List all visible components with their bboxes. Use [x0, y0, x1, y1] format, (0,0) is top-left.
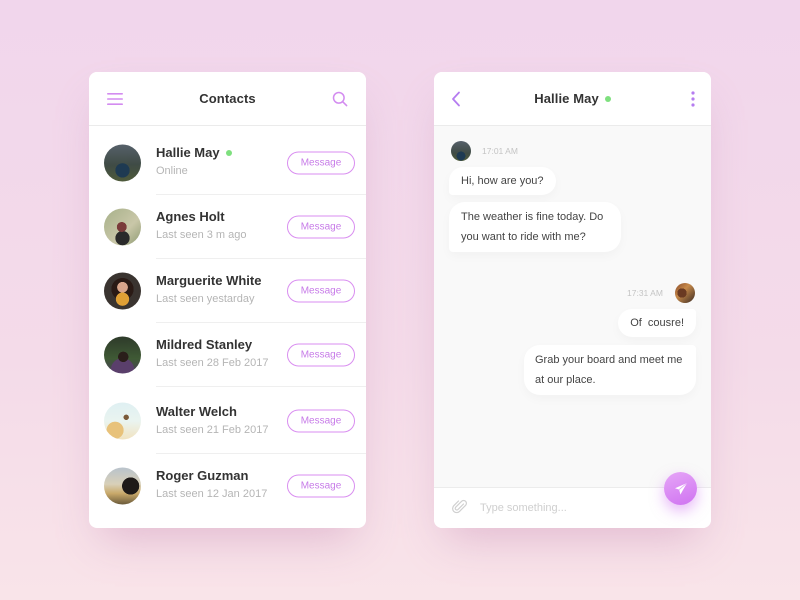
- contact-item[interactable]: Agnes Holt Last seen 3 m ago Message: [89, 195, 366, 259]
- contact-item[interactable]: Roger Guzman Last seen 12 Jan 2017 Messa…: [89, 454, 366, 518]
- user-avatar: [675, 283, 695, 303]
- contact-item[interactable]: Mildred Stanley Last seen 28 Feb 2017 Me…: [89, 323, 366, 387]
- avatar: [104, 272, 141, 310]
- chevron-left-icon[interactable]: [450, 90, 462, 108]
- avatar: [104, 467, 141, 505]
- paperclip-icon[interactable]: [452, 499, 468, 515]
- incoming-message-bubble: Hi, how are you?: [449, 167, 556, 195]
- more-vertical-icon[interactable]: [689, 90, 697, 108]
- message-input[interactable]: [480, 497, 650, 519]
- message-button[interactable]: Message: [287, 409, 355, 432]
- message-timestamp: 17:31 AM: [627, 288, 663, 298]
- contact-item[interactable]: Marguerite White Last seen yestarday Mes…: [89, 259, 366, 323]
- avatar: [104, 402, 141, 439]
- outgoing-message-bubble: Of cousre!: [618, 309, 696, 337]
- avatar: [104, 208, 141, 246]
- contact-status: Last seen 28 Feb 2017: [156, 357, 269, 369]
- message-button[interactable]: Message: [287, 343, 355, 367]
- send-button[interactable]: [664, 472, 697, 505]
- chat-contact-name: Hallie May: [534, 91, 599, 106]
- message-button[interactable]: Message: [287, 279, 355, 303]
- incoming-message-bubble: The weather is fine today. Do you want t…: [449, 202, 621, 252]
- contacts-header: Contacts: [89, 72, 366, 126]
- online-status-dot: [604, 95, 611, 102]
- contact-status: Last seen yestarday: [156, 293, 255, 305]
- contact-name: Walter Welch: [156, 404, 237, 419]
- chat-panel: Hallie May 17:01 AM Hi, how are you? The…: [434, 72, 711, 528]
- message-button[interactable]: Message: [287, 215, 355, 239]
- online-status-dot: [225, 149, 232, 156]
- message-button[interactable]: Message: [287, 474, 355, 498]
- message-timestamp: 17:01 AM: [482, 146, 518, 156]
- avatar: [104, 144, 141, 182]
- contact-status: Online: [156, 165, 188, 177]
- message-button[interactable]: Message: [287, 151, 355, 175]
- page-title: Contacts: [199, 91, 256, 106]
- paper-plane-icon: [674, 482, 687, 495]
- avatar: [104, 336, 141, 374]
- contact-name: Agnes Holt: [156, 209, 225, 224]
- contact-status: Last seen 21 Feb 2017: [156, 424, 269, 436]
- contact-name: Hallie May: [156, 145, 220, 160]
- contact-item[interactable]: Hallie May Online Message: [89, 131, 366, 195]
- contacts-panel: Contacts Hallie May Online Message Agnes…: [89, 72, 366, 528]
- contact-status: Last seen 12 Jan 2017: [156, 488, 268, 500]
- search-icon[interactable]: [332, 91, 348, 107]
- contact-name: Marguerite White: [156, 273, 262, 288]
- contact-item[interactable]: Walter Welch Last seen 21 Feb 2017 Messa…: [89, 387, 366, 454]
- chat-header: Hallie May: [434, 72, 711, 126]
- contact-name: Mildred Stanley: [156, 337, 253, 352]
- hamburger-menu-icon[interactable]: [107, 92, 123, 106]
- contact-status: Last seen 3 m ago: [156, 229, 247, 241]
- contact-name: Roger Guzman: [156, 468, 249, 483]
- outgoing-message-bubble: Grab your board and meet me at our place…: [524, 345, 696, 395]
- sender-avatar: [451, 141, 471, 161]
